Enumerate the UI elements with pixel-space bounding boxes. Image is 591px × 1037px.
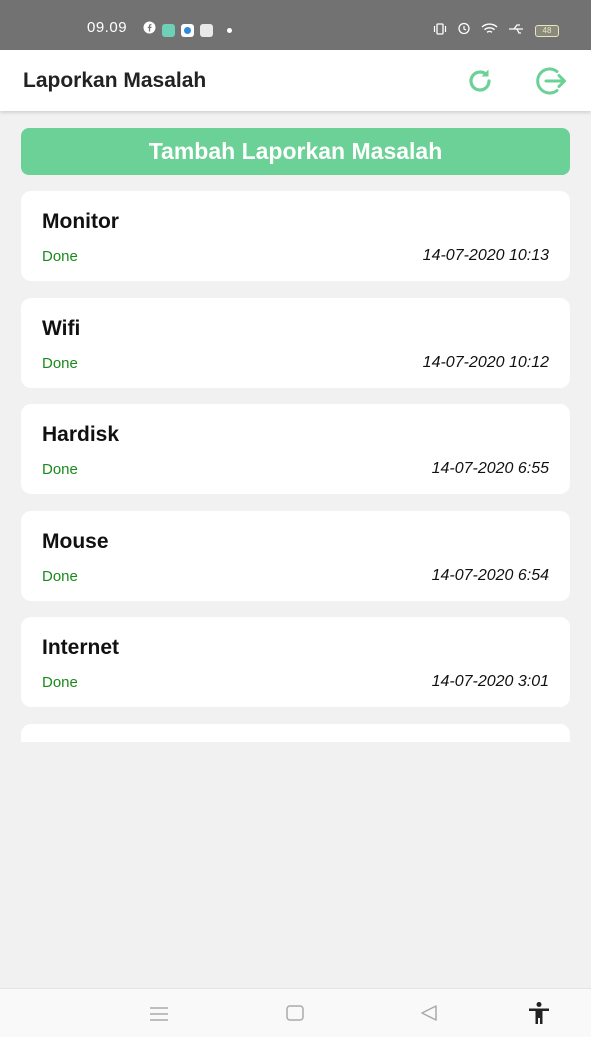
home-button[interactable] [286,1005,304,1026]
report-card[interactable]: Mouse Done 14-07-2020 6:54 [21,510,570,601]
home-icon [286,1005,304,1021]
vibrate-icon [433,22,447,40]
store-icon [200,23,213,37]
add-report-button[interactable]: Tambah Laporkan Masalah [21,128,570,175]
report-title: Monitor [42,210,119,233]
report-title: Internet [42,636,120,659]
accessibility-button[interactable] [527,1001,551,1030]
report-title: Wifi [42,316,81,340]
system-nav-bar [0,988,591,1037]
refresh-button[interactable] [463,64,497,98]
status-bar: 09.09 48 [0,0,591,50]
report-card[interactable]: Wifi Done 14-07-2020 10:12 [21,297,570,388]
report-datetime: 14-07-2020 10:12 [422,353,549,371]
report-datetime: 14-07-2020 6:55 [431,460,549,477]
wifi-icon [481,22,498,40]
menu-icon [150,1007,168,1021]
notification-icons [143,21,232,39]
report-card[interactable]: Monitor Done 14-07-2020 10:13 [21,191,570,281]
logout-button[interactable] [534,64,568,98]
alarm-icon [457,21,471,40]
messenger-icon [181,23,194,37]
report-datetime: 14-07-2020 6:54 [431,566,549,584]
logout-icon [536,67,566,95]
app-icon [162,23,175,37]
report-title: Hardisk [42,423,120,446]
system-icons: 48 [433,21,559,40]
report-card[interactable]: Internet Done 14-07-2020 3:01 [21,617,570,707]
report-status: Done [42,674,78,691]
battery-icon: 48 [535,24,559,37]
report-title: Mouse [42,529,109,553]
app-bar: Laporkan Masalah [0,50,591,111]
report-status: Done [42,461,78,478]
more-notifications-dot [227,27,232,33]
report-status: Done [42,567,78,585]
report-card[interactable]: Hardisk Done 14-07-2020 6:55 [21,404,570,494]
refresh-icon [469,69,491,92]
report-list[interactable]: Monitor Done 14-07-2020 10:13 Wifi Done … [21,191,570,742]
report-datetime: 14-07-2020 3:01 [431,673,549,690]
back-icon [421,1005,437,1021]
usb-icon [508,22,525,40]
menu-button[interactable] [149,1006,169,1027]
status-time: 09.09 [87,19,128,36]
report-card-partial[interactable] [21,723,570,742]
report-status: Done [42,354,78,372]
accessibility-icon [529,1002,549,1024]
back-button[interactable] [420,1004,438,1027]
report-datetime: 14-07-2020 10:13 [422,247,549,264]
page-title: Laporkan Masalah [23,69,207,92]
facebook-icon [143,21,156,39]
report-status: Done [42,248,78,265]
